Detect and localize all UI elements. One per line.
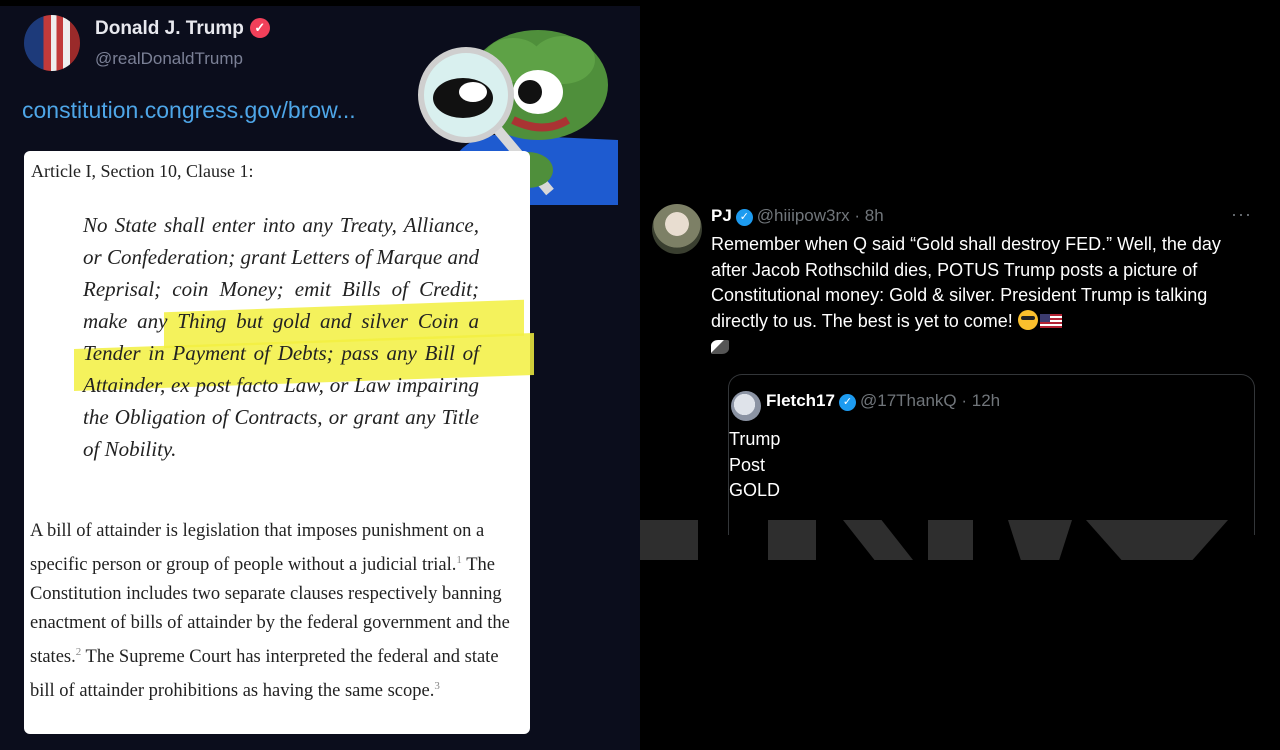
quoted-header: Fletch17 ✓ @17ThankQ · 12h (766, 391, 1000, 411)
quoted-timestamp[interactable]: 12h (972, 391, 1000, 410)
overlay-block (928, 520, 973, 560)
author-handle[interactable]: @hiiipow3rx (757, 206, 850, 225)
author-name[interactable]: Donald J. Trump ✓ (95, 18, 270, 40)
author-name[interactable]: PJ (711, 206, 732, 225)
explanation-paragraph: A bill of attainder is legislation that … (30, 521, 510, 702)
tweet-text: Remember when Q said “Gold shall destroy… (711, 232, 1231, 360)
article-heading: Article I, Section 10, Clause 1: (31, 161, 254, 181)
document-card: Article I, Section 10, Clause 1: No Stat… (24, 151, 534, 734)
avatar[interactable] (652, 204, 702, 254)
meta-separator: · (854, 206, 861, 225)
quoted-author-name[interactable]: Fletch17 (766, 391, 835, 410)
verified-badge-icon: ✓ (249, 18, 270, 38)
quoted-handle[interactable]: @17ThankQ (860, 391, 957, 410)
more-options-icon[interactable]: ··· (1231, 204, 1252, 225)
author-name-text[interactable]: Donald J. Trump (95, 18, 244, 39)
sunglasses-emoji-icon (1017, 309, 1038, 330)
right-tweet: PJ ✓ @hiiipow3rx · 8h ··· Remember when Q … (648, 196, 1255, 535)
quoted-line: Post (729, 454, 766, 475)
overlay-block (640, 520, 698, 560)
timestamp[interactable]: 8h (865, 206, 884, 225)
overlay-block (1086, 520, 1228, 560)
tweet-header: PJ ✓ @hiiipow3rx · 8h (711, 206, 884, 226)
quoted-avatar[interactable] (731, 391, 761, 421)
eagle-icon (711, 340, 729, 354)
quoted-text: Trump Post GOLD (729, 427, 780, 504)
left-post-screenshot: Donald J. Trump ✓ @realDonaldTrump consti… (0, 0, 640, 750)
clause-text: No State shall enter into any Treaty, Al… (83, 213, 479, 461)
meta-separator: · (961, 391, 968, 410)
quoted-line: GOLD (729, 480, 781, 500)
quoted-line: Trump (729, 429, 781, 449)
author-handle[interactable]: @realDonaldTrump (95, 49, 243, 69)
overlay-block (768, 520, 816, 560)
avatar[interactable] (24, 15, 80, 71)
overlay-block (1008, 520, 1072, 560)
verified-badge-icon: ✓ (838, 394, 856, 411)
quoted-tweet[interactable]: Fletch17 ✓ @17ThankQ · 12h Trump Post GOLD (728, 374, 1255, 535)
post-link[interactable]: constitution.congress.gov/brow... (22, 97, 356, 124)
us-flag-icon (1039, 313, 1062, 328)
footnote-3[interactable]: 3 (434, 680, 440, 692)
verified-badge-icon: ✓ (735, 209, 753, 226)
top-black-strip (0, 0, 640, 6)
